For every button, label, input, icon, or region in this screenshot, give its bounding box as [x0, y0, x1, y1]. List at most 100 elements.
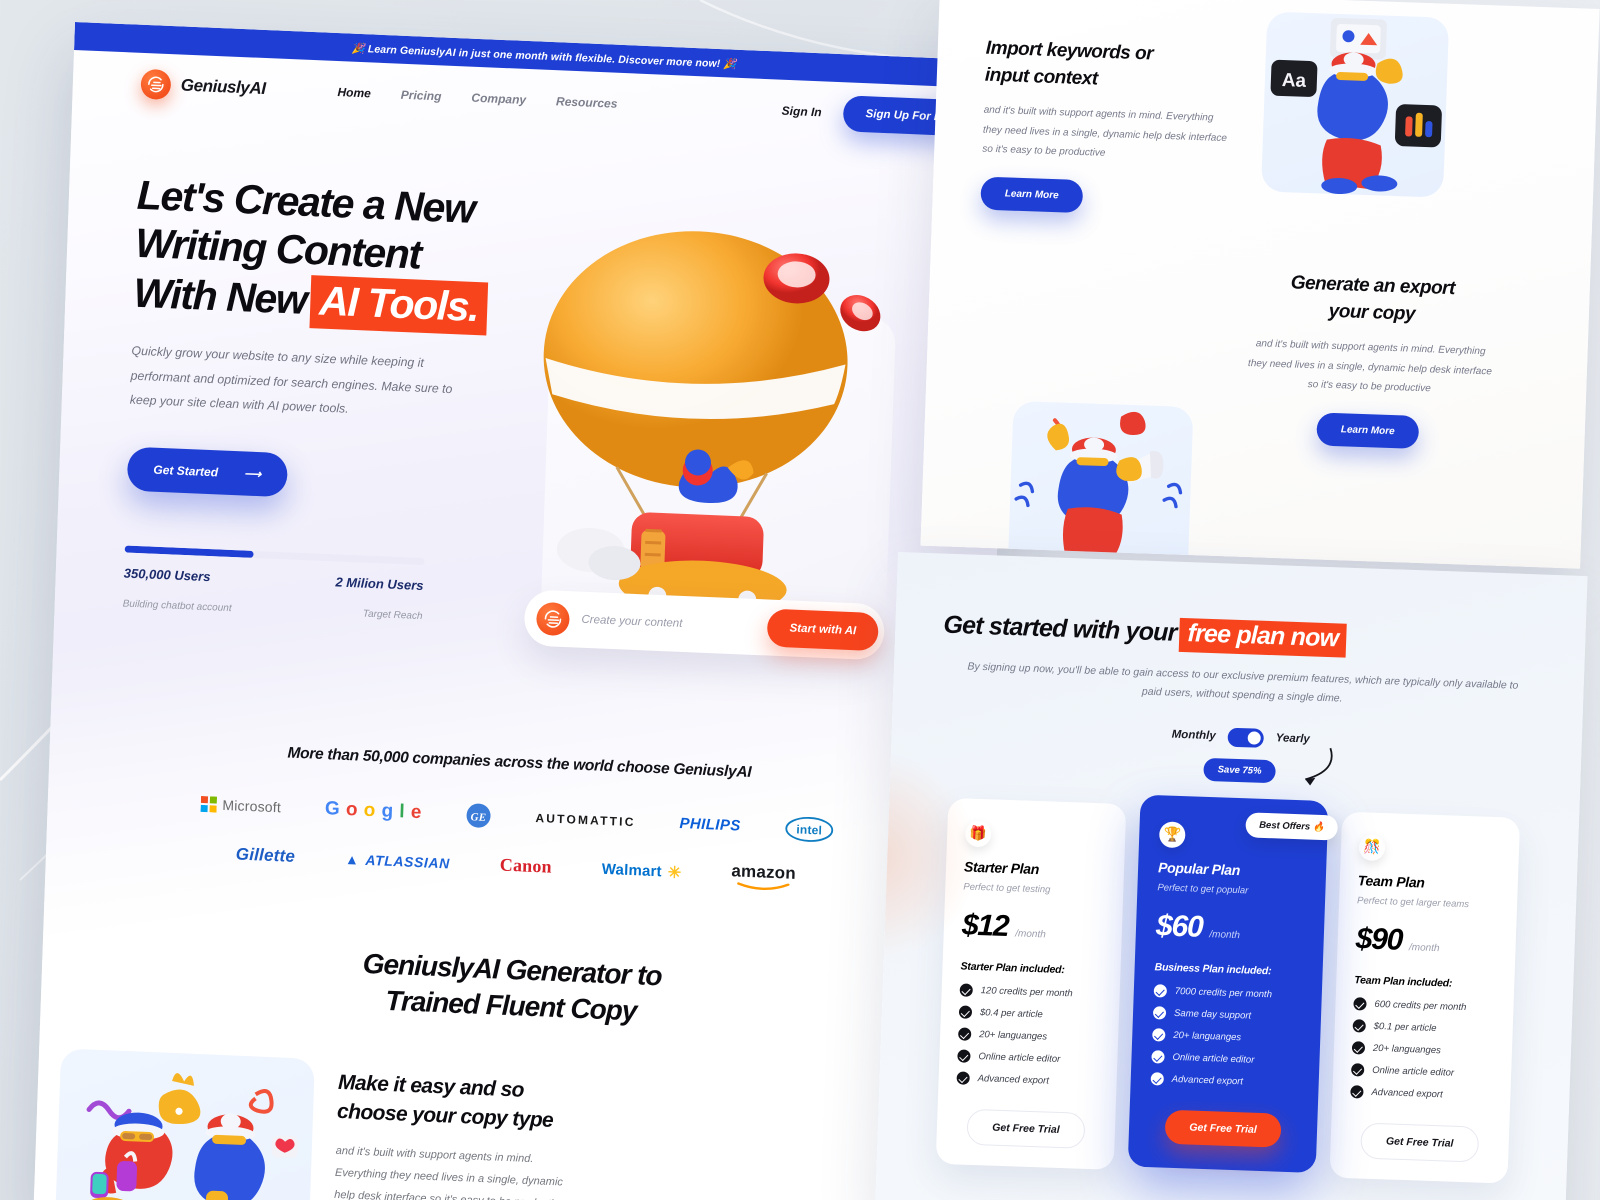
feature-2-learn-more-button[interactable]: Learn More: [1316, 412, 1420, 449]
generator-text: Make it easy and so choose your copy typ…: [332, 1063, 589, 1200]
starter-get-free-trial-button[interactable]: Get Free Trial: [966, 1108, 1086, 1149]
check-icon: [1153, 984, 1168, 998]
start-with-ai-button[interactable]: Start with AI: [766, 608, 879, 652]
logo-gillette: Gillette: [235, 844, 296, 866]
stat-right-value: 2 Milion Users: [335, 574, 424, 593]
brand[interactable]: GeniuslyAI: [140, 68, 266, 104]
hero-title: Let's Create a New Writing Content With …: [133, 171, 538, 338]
pricing-header: Get started with your free plan now By si…: [890, 552, 1587, 794]
walmart-spark-icon: ✳: [667, 864, 682, 883]
starter-feature-text: Advanced export: [977, 1072, 1050, 1087]
popular-included-title: Business Plan included:: [1154, 961, 1272, 978]
nav-link-home[interactable]: Home: [337, 85, 371, 100]
progress-bar: [124, 545, 425, 565]
nav-link-pricing[interactable]: Pricing: [401, 88, 442, 104]
nav-links: Home Pricing Company Resources: [337, 85, 617, 111]
logo-ge: GE: [465, 802, 492, 829]
best-offers-badge: Best Offers 🔥: [1245, 812, 1339, 841]
check-icon: [1350, 1084, 1364, 1099]
hot-air-balloon-illustration: [516, 207, 900, 642]
starter-feature-text: Online article editor: [978, 1050, 1061, 1065]
toggle-knob: [1247, 731, 1261, 745]
feature-2-illustration: [1006, 400, 1194, 569]
starter-plan-period: /month: [1015, 928, 1046, 941]
feature-1-body: and it's built with support agents in mi…: [982, 104, 1228, 160]
feature-2-body: and it's built with support agents in mi…: [1247, 338, 1493, 395]
generator-subtitle: Make it easy and so choose your copy typ…: [337, 1069, 589, 1136]
amazon-smile-icon: [737, 882, 790, 890]
check-icon: [1152, 1006, 1167, 1020]
brand-name: GeniuslyAI: [180, 75, 266, 99]
popular-feature-item: Advanced export: [1150, 1071, 1299, 1090]
pricing-panel: Get started with your free plan now By si…: [874, 552, 1588, 1200]
popular-get-free-trial-button[interactable]: Get Free Trial: [1164, 1109, 1282, 1148]
team-plan-price-row: $90 /month: [1355, 922, 1498, 961]
team-feature-item: $0.1 per article: [1352, 1019, 1495, 1037]
generator-illustration: [53, 1047, 315, 1200]
hero-copy: Let's Create a New Writing Content With …: [123, 143, 539, 626]
hero-title-highlight: AI Tools.: [309, 274, 489, 336]
team-feature-text: $0.1 per article: [1373, 1020, 1437, 1034]
popular-feature-item: 7000 credits per month: [1153, 984, 1302, 1002]
pricing-title: Get started with your free plan now: [943, 610, 1546, 665]
logo-amazon: amazon: [731, 861, 796, 892]
pricing-title-plain: Get started with your: [943, 610, 1178, 647]
starter-feature-item: 120 credits per month: [959, 983, 1102, 1001]
pricing-title-highlight: free plan now: [1178, 617, 1347, 658]
progress-fill: [124, 545, 254, 558]
starter-feature-item: Online article editor: [957, 1049, 1099, 1067]
hero-stats: 350,000 Users 2 Milion Users Building ch…: [123, 545, 425, 622]
hero-title-line3: With New: [132, 269, 308, 323]
sign-in-link[interactable]: Sign In: [781, 104, 821, 120]
feature-1-learn-more-button[interactable]: Learn More: [980, 176, 1084, 213]
logo-amazon-text: amazon: [731, 861, 797, 883]
starter-feature-item: $0.4 per article: [958, 1005, 1101, 1023]
team-get-free-trial-button[interactable]: Get Free Trial: [1360, 1122, 1480, 1163]
starter-feature-text: $0.4 per article: [979, 1006, 1043, 1021]
popular-plan-tagline: Perfect to get popular: [1157, 882, 1249, 897]
svg-text:GE: GE: [470, 811, 486, 824]
save-badge: Save 75%: [1203, 757, 1276, 784]
check-icon: [957, 1049, 971, 1063]
nav-link-resources[interactable]: Resources: [556, 94, 618, 111]
stat-labels-row: Building chatbot account Target Reach: [123, 593, 423, 622]
input-brand-icon: [535, 601, 571, 636]
generator-title: GeniuslyAI Generator to Trained Fluent C…: [41, 932, 983, 1044]
features-panel: Import keywords or input context and it'…: [920, 0, 1600, 569]
stat-left-value: 350,000 Users: [123, 565, 211, 585]
companies-section: More than 50,000 companies across the wo…: [46, 734, 990, 899]
feature-import-keywords: Import keywords or input context and it'…: [980, 36, 1236, 218]
check-icon: [956, 1071, 970, 1085]
logo-row-1: Microsoft Google GE AUTOMATTIC PHILIPS i…: [107, 787, 927, 847]
get-started-label: Get Started: [153, 462, 219, 480]
popular-plan-icon: 🏆: [1158, 821, 1186, 849]
popular-plan-period: /month: [1209, 928, 1241, 942]
create-content-input[interactable]: Create your content: [581, 614, 756, 633]
logo-atlassian-text: ATLASSIAN: [365, 851, 451, 872]
pricing-card-team[interactable]: 🎊 Team Plan Perfect to get larger teams …: [1329, 811, 1521, 1184]
popular-plan-name: Popular Plan: [1157, 859, 1241, 878]
get-started-button[interactable]: Get Started ⟶: [126, 446, 288, 498]
check-icon: [958, 1005, 973, 1019]
check-icon: [1350, 1062, 1365, 1077]
toggle-label-monthly[interactable]: Monthly: [1171, 729, 1215, 743]
logo-philips: PHILIPS: [679, 815, 741, 835]
pricing-card-popular[interactable]: Best Offers 🔥 🏆 Popular Plan Perfect to …: [1127, 794, 1339, 1173]
popular-feature-list: 7000 credits per month Same day support …: [1150, 984, 1302, 1090]
generator-body: Make it easy and so choose your copy typ…: [33, 1047, 978, 1200]
companies-title: More than 50,000 companies across the wo…: [287, 744, 752, 781]
logo-microsoft: Microsoft: [200, 795, 281, 815]
popular-feature-item: Same day support: [1152, 1006, 1301, 1024]
check-icon: [959, 983, 973, 997]
starter-feature-item: Advanced export: [956, 1071, 1098, 1089]
curved-arrow-icon: [1305, 747, 1333, 786]
team-feature-text: Advanced export: [1371, 1086, 1443, 1101]
billing-toggle-switch[interactable]: [1227, 727, 1265, 748]
nav-link-company[interactable]: Company: [471, 91, 526, 107]
team-feature-item: 600 credits per month: [1353, 997, 1495, 1015]
team-plan-icon: 🎊: [1358, 834, 1386, 862]
check-icon: [1150, 1071, 1164, 1086]
check-icon: [1151, 1050, 1165, 1064]
logo-atlassian: ▲ ATLASSIAN: [345, 851, 450, 871]
logo-canon: Canon: [499, 854, 553, 878]
